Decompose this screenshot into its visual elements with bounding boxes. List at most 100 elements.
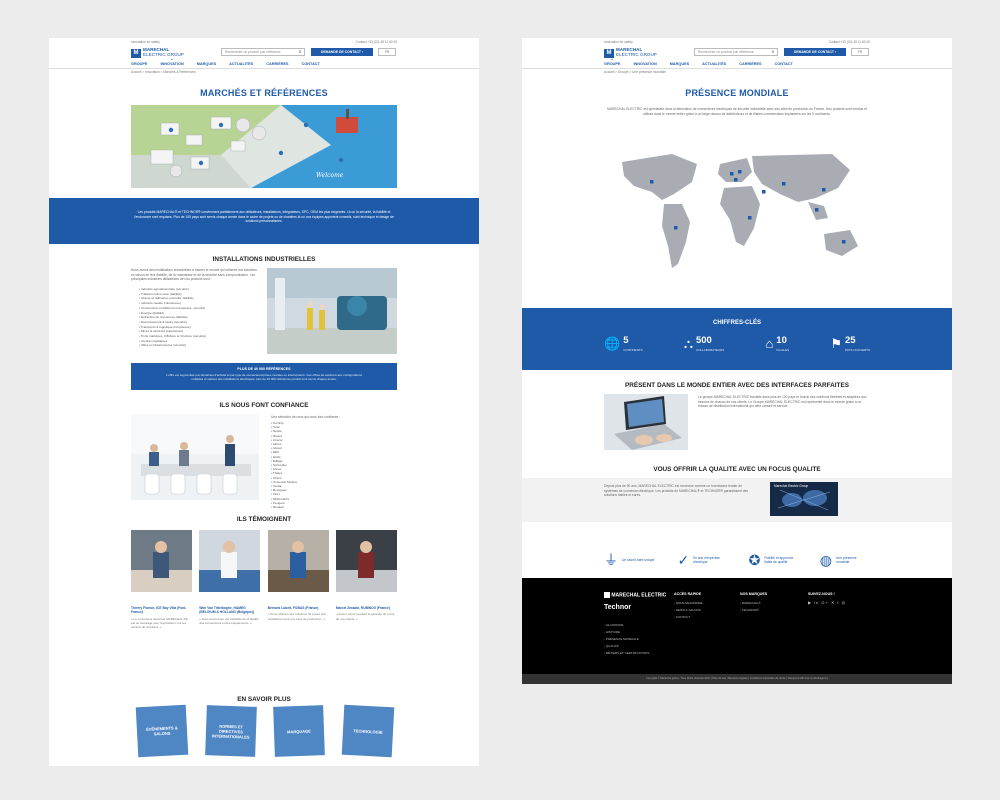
installations-title: INSTALLATIONS INDUSTRIELLES [212, 256, 316, 263]
contact-request-button[interactable]: DEMANDE DE CONTACT › [784, 48, 846, 56]
nav-divider [49, 68, 479, 69]
search-icon[interactable]: ⌕ [769, 48, 777, 56]
nav-actualites[interactable]: ACTUALITÉS [702, 62, 726, 66]
interfaces-text: Le groupe MARECHAL ELECTRIC travaille da… [698, 395, 867, 409]
testimony-photo [199, 530, 261, 592]
trust-clients-list: TechnipTotalNestléRicardArcelorAirbusAls… [271, 421, 371, 509]
footer-link[interactable]: NOUS REJOINDRE [674, 600, 703, 607]
logo[interactable]: M MARECHAL ELECTRIC GROUP [131, 47, 184, 59]
footer-link[interactable]: CONTACT [674, 614, 703, 621]
footer-link[interactable]: LE GROUPE [604, 622, 649, 629]
footer-link[interactable]: MÉTIERS ET CERTIFICATIONS [604, 650, 650, 657]
footer-link[interactable]: TECHNOR® [740, 607, 767, 614]
breadcrumb[interactable]: Accueil > Groupe > Une présence mondiale [604, 70, 666, 74]
contact-request-button[interactable]: DEMANDE DE CONTACT › [311, 48, 373, 56]
social-icons[interactable]: ▶ in G+ ✕ f ◎ [808, 600, 846, 605]
svg-text:Welcome: Welcome [316, 172, 344, 179]
trust-title: ILS NOUS FONT CONFIANCE [219, 402, 309, 409]
testimony-card[interactable]: Bernard Lubelt, FOBAS (France) « Nous uti… [267, 530, 329, 621]
factory-workers-photo [267, 268, 397, 354]
main-nav: GROUPE INNOVATION MARQUES ACTUALITÉS CAR… [604, 59, 870, 66]
world-map [602, 142, 872, 282]
page-title: PRÉSENCE MONDIALE [685, 88, 789, 98]
nav-groupe[interactable]: GROUPE [131, 62, 147, 66]
footer-link[interactable]: PRÉSENCE MONDIALE [604, 636, 649, 643]
nav-innovation[interactable]: INNOVATION [160, 59, 184, 66]
footer-link[interactable]: HISTOIRE [604, 629, 649, 636]
key-figure: 🌐 5 CONTINENTS [604, 336, 643, 352]
testimony-photo [131, 530, 192, 592]
search-icon[interactable]: ⌕ [296, 48, 304, 56]
search-input[interactable]: Rechercher un produit, par référence ⌕ [221, 48, 305, 56]
key-figure-label: PAYS COUVERTS [844, 347, 870, 352]
installations-text: Nous avons des installations industriell… [131, 268, 257, 282]
references-banner: PLUS DE 40 000 RÉFÉRENCES L'offre est se… [131, 363, 397, 390]
tile-norms[interactable]: NORMES ET DIRECTIVES INTERNATIONALES [204, 705, 257, 757]
key-figure-number: 500 [695, 335, 712, 346]
nav-innovation[interactable]: INNOVATION [633, 62, 656, 66]
nav-groupe[interactable]: GROUPE [604, 59, 620, 66]
people-icon: ⛬ [683, 336, 693, 352]
value-badge: ✪ Fidélité et approche fiable de qualité [749, 552, 799, 569]
footer: MARECHAL ELECTRIC Technor LE GROUPEHISTO… [522, 578, 952, 674]
value-badge: ◍ Une présence mondiale [820, 552, 870, 569]
nav-contact[interactable]: CONTACT [775, 62, 793, 66]
footer-link[interactable]: QUALITÉ [604, 643, 649, 650]
interfaces-title: PRÉSENT DANS LE MONDE ENTIER AVEC DES IN… [625, 382, 849, 389]
laptop-hands-photo [604, 394, 688, 450]
key-figure-number: 10 [776, 335, 787, 346]
nav-marques[interactable]: MARQUES [197, 62, 216, 66]
key-figure-label: CONTINENTS [623, 347, 643, 352]
search-input[interactable]: Rechercher un produit, par référence ⌕ [694, 48, 778, 56]
testimony-card[interactable]: Thierry Florion, ICE Bay Villa (Font-Fra… [131, 530, 192, 630]
footer-link[interactable]: NEWS & SALONS [674, 607, 703, 614]
testimony-author[interactable]: Bernard Lubelt, FOBAS (France) [268, 606, 329, 610]
key-figures: 🌐 5 CONTINENTS ⛬ 500 COLLABORATEURS ⌂ 10 FILIALE… [604, 336, 870, 352]
nav-contact[interactable]: CONTACT [302, 62, 320, 66]
quality-title: VOUS OFFRIR LA QUALITE AVEC UN FOCUS QUA… [653, 466, 821, 473]
footer-col-social: SUIVEZ-NOUS ! ▶ in G+ ✕ f ◎ [808, 592, 847, 605]
testimony-author[interactable]: Thierry Florion, ICE Bay Villa (Font-Fra… [131, 606, 192, 615]
quality-section: Depuis plus de 90 ans, MARECHAL ELECTRIC… [522, 478, 952, 522]
nav-divider [522, 68, 952, 69]
value-badges: ⏚ Un savoir-faire unique ✓ 90 ans d'experti… [604, 550, 870, 570]
plug-icon: ⏚ [604, 552, 618, 568]
trust-intro: Une sélection de ceux qui nous font conf… [271, 415, 341, 419]
quality-video[interactable]: Marechal Electric Group [770, 482, 838, 516]
language-select[interactable]: FR [851, 48, 869, 56]
tile-events[interactable]: ÉVÉNEMENTS & SALONS [135, 704, 189, 758]
top-bar: Innovation for safety Contact +33 (0)1 4… [131, 40, 397, 44]
factory-icon: ⌂ [765, 336, 774, 352]
client-item: Renault [271, 505, 371, 509]
language-select[interactable]: FR [378, 48, 396, 56]
main-nav: GROUPE INNOVATION MARQUES ACTUALITÉS CAR… [131, 59, 397, 66]
testimony-card[interactable]: Marcel Zmadar, RUBINOX (France) « Aucun r… [335, 530, 397, 621]
testimony-quote: « Aucun retour pendant la garantie de 2 … [335, 612, 395, 621]
globe-icon: 🌐 [604, 336, 621, 352]
nav-marques[interactable]: MARQUES [670, 62, 689, 66]
nav-carrieres[interactable]: CARRIÈRES [266, 62, 288, 66]
testimonies: Thierry Florion, ICE Bay Villa (Font-Fra… [131, 530, 397, 690]
footer-brand-technor[interactable]: Technor [604, 604, 631, 611]
key-figure-number: 5 [623, 335, 629, 346]
tile-technology[interactable]: TECHNOLOGIE [341, 704, 395, 758]
check-icon: ✓ [677, 551, 690, 568]
footer-link[interactable]: MARECHAL® [740, 600, 767, 607]
logo[interactable]: M MARECHAL ELECTRIC GROUP [604, 47, 657, 59]
testimony-card[interactable]: Wim Van Tittelboghe, HAMEG (BELGIUM & HO… [199, 530, 261, 625]
key-figure: ⚑ 25 PAYS COUVERTS [830, 336, 870, 352]
testimony-author[interactable]: Marcel Zmadar, RUBINOX (France) [336, 606, 397, 610]
testimony-photo [267, 530, 329, 592]
testimony-author[interactable]: Wim Van Tittelboghe, HAMEG (BELGIUM & HO… [199, 606, 260, 615]
meeting-room-photo [131, 414, 259, 500]
value-badge-label: Fidélité et approche fiable de qualité [764, 555, 794, 564]
page-title: MARCHÉS ET RÉFÉRENCES [200, 88, 328, 98]
footer-col-brands: NOS MARQUES MARECHAL®TECHNOR® [740, 592, 767, 614]
breadcrumb[interactable]: Accueil > Innovation > Marchés & Référen… [131, 70, 196, 74]
left-page-screenshot: Innovation for safety Contact +33 (0)1 4… [49, 38, 479, 766]
tile-marking[interactable]: MARQUAGE [273, 705, 326, 757]
nav-actualites[interactable]: ACTUALITÉS [229, 62, 253, 66]
nav-carrieres[interactable]: CARRIÈRES [739, 62, 761, 66]
footer-brand-marechal[interactable]: MARECHAL ELECTRIC [604, 592, 666, 598]
testimony-quote: « Le connecteur décal est MARECHAL DS es… [131, 616, 188, 630]
